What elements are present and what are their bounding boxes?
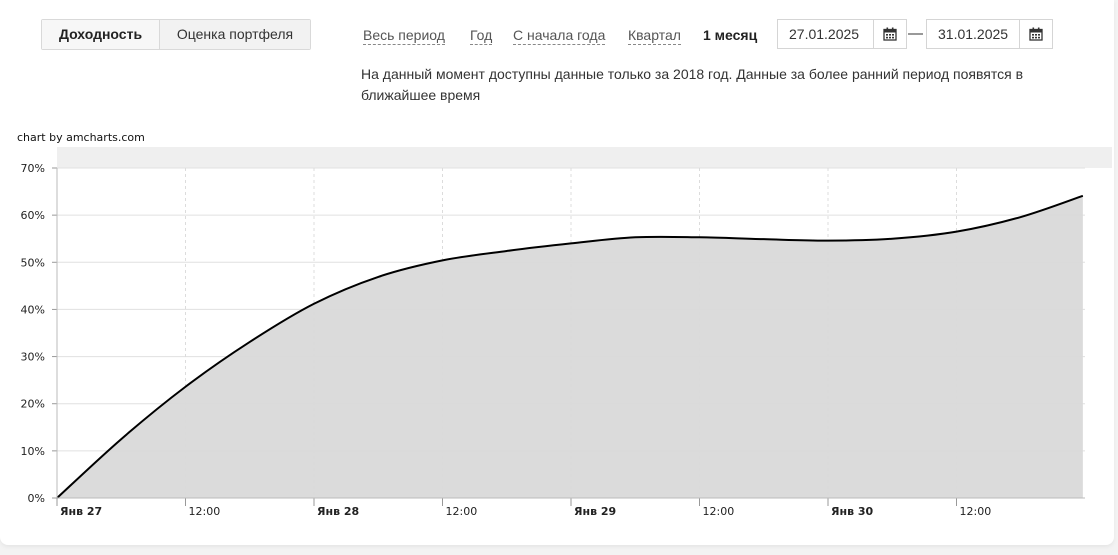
date-from-field[interactable]: 27.01.2025 (777, 19, 907, 49)
x-tick-label: 12:00 (703, 505, 735, 518)
returns-area (57, 195, 1083, 499)
tab-returns[interactable]: Доходность (42, 20, 160, 49)
calendar-icon[interactable] (873, 20, 906, 48)
period-year-to-date[interactable]: С начала года (513, 27, 606, 45)
y-tick-label: 70% (21, 162, 45, 175)
x-tick-label: Янв 29 (574, 505, 616, 518)
x-tick-label: 12:00 (446, 505, 478, 518)
y-axis: 0% 10% 20% 30% 40% 50% 60% 70% (21, 162, 58, 505)
x-tick-label: 12:00 (189, 505, 221, 518)
date-to-value[interactable]: 31.01.2025 (927, 26, 1019, 42)
view-tabs: Доходность Оценка портфеля (41, 19, 311, 50)
y-tick-label: 0% (28, 492, 45, 505)
y-tick-label: 50% (21, 256, 45, 269)
tab-portfolio-valuation[interactable]: Оценка портфеля (160, 20, 310, 49)
returns-area-chart: 0%10%20%30%40%50%60%70% Янв 27 12:00 Янв 2… (21, 147, 1112, 518)
period-year[interactable]: Год (470, 27, 493, 45)
x-tick-label: Янв 28 (317, 505, 359, 518)
date-from-value[interactable]: 27.01.2025 (778, 26, 873, 42)
y-tick-label: 60% (21, 209, 45, 222)
y-tick-label: 20% (21, 398, 45, 411)
x-tick-label: Янв 27 (60, 505, 102, 518)
period-quarter[interactable]: Квартал (628, 27, 681, 45)
date-range-separator: — (908, 25, 923, 42)
period-one-month[interactable]: 1 месяц (703, 27, 757, 44)
date-to-field[interactable]: 31.01.2025 (926, 19, 1053, 49)
y-tick-label: 10% (21, 445, 45, 458)
y-tick-label: 40% (21, 303, 45, 316)
x-tick-label: Янв 30 (831, 505, 874, 518)
y-tick-label: 30% (21, 351, 45, 364)
calendar-icon[interactable] (1019, 20, 1052, 48)
x-tick-label: 12:00 (960, 505, 992, 518)
x-axis: Янв 27 12:00 Янв 28 12:00 Янв 29 12:00 Янв 30 1… (56, 497, 1085, 518)
data-availability-notice: На данный момент доступны данные только … (361, 66, 1024, 103)
period-all-time[interactable]: Весь период (363, 27, 445, 45)
returns-panel: Доходность Оценка портфеля Весь период Г… (0, 0, 1114, 545)
chart-scrollbar[interactable] (57, 147, 1112, 168)
